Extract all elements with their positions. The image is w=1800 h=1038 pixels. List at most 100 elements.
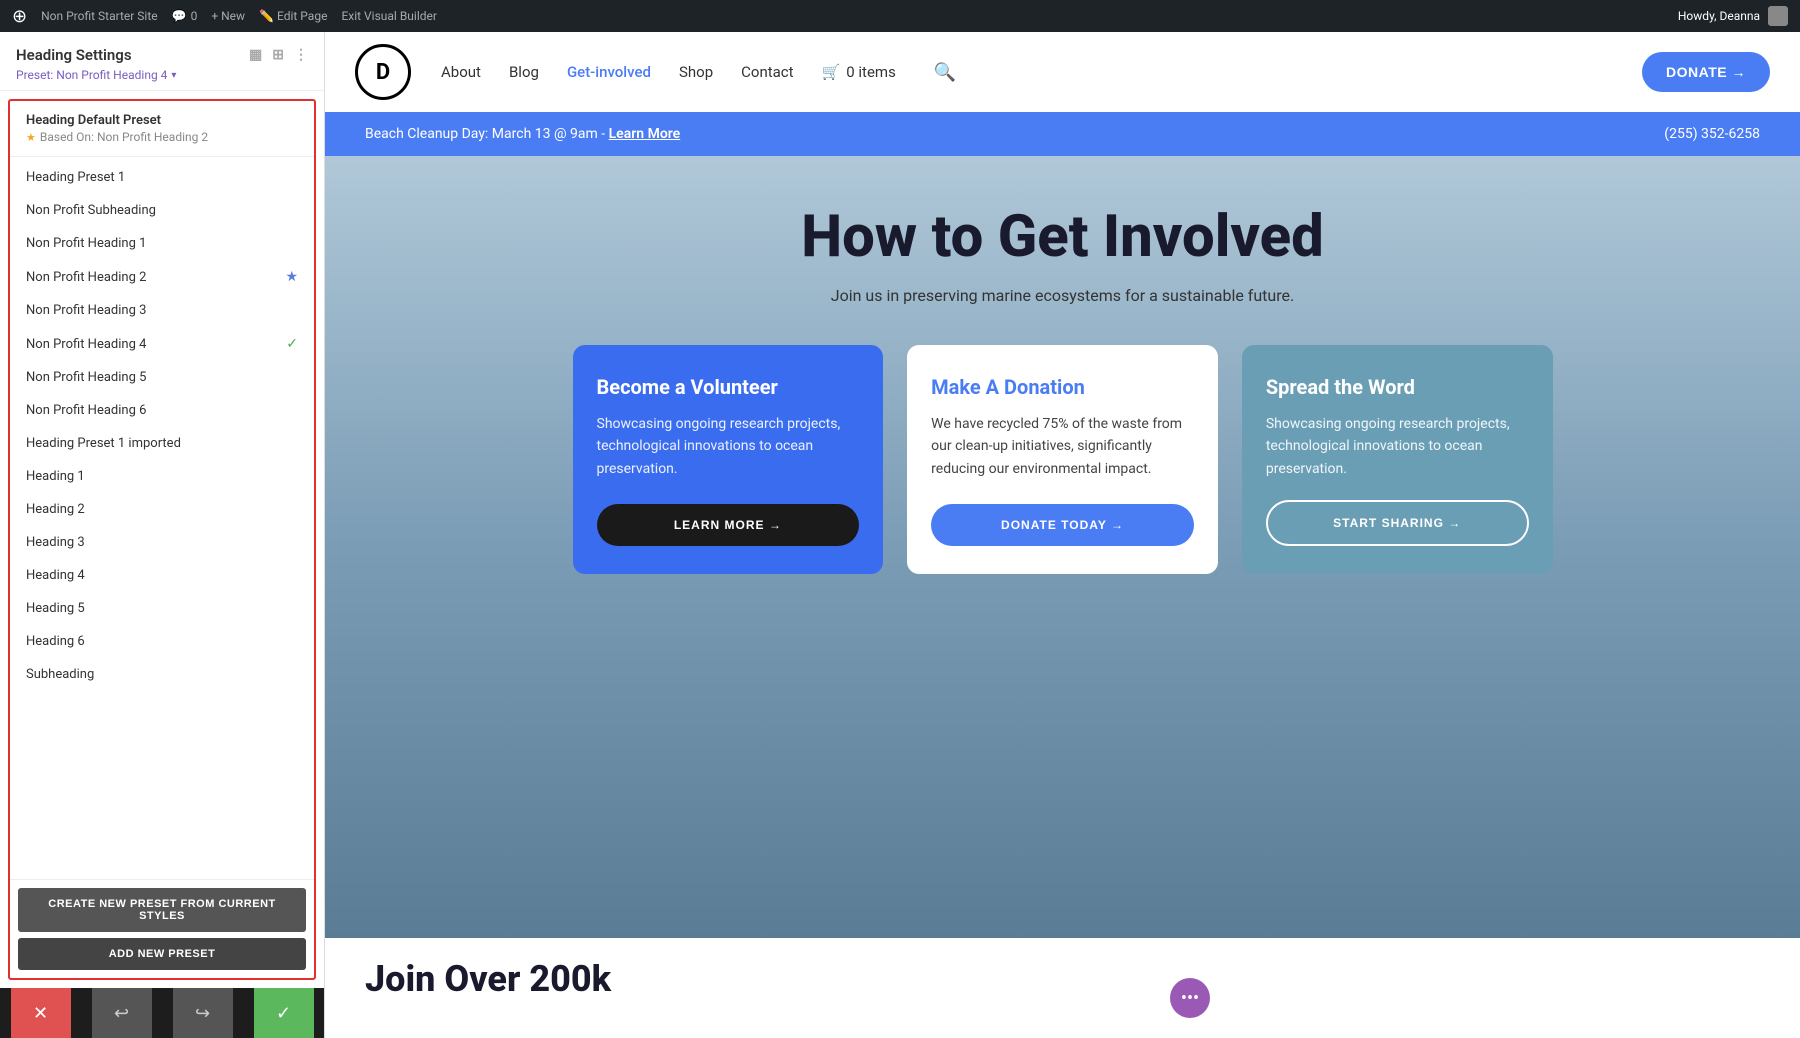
default-preset-based: ★ Based On: Non Profit Heading 2 <box>26 130 298 144</box>
preset-item[interactable]: Subheading <box>10 658 314 691</box>
volunteer-card: Become a Volunteer Showcasing ongoing re… <box>573 345 884 574</box>
join-heading: Join Over 200k <box>365 958 611 1000</box>
more-dots-icon: ••• <box>1181 988 1199 1009</box>
preset-item-name: Heading 2 <box>26 502 85 517</box>
new-link[interactable]: + New <box>211 9 245 23</box>
nav-get-involved[interactable]: Get-involved <box>567 63 651 81</box>
cards-row: Become a Volunteer Showcasing ongoing re… <box>573 345 1553 574</box>
volunteer-card-heading: Become a Volunteer <box>597 375 860 399</box>
learn-more-link[interactable]: Learn More <box>609 126 681 142</box>
preset-item[interactable]: Non Profit Heading 4 ✓ <box>10 327 314 361</box>
undo-icon: ↩ <box>114 1003 129 1024</box>
preset-item[interactable]: Heading Preset 1 imported <box>10 427 314 460</box>
preset-actions: CREATE NEW PRESET FROM CURRENT STYLES AD… <box>10 879 314 978</box>
donation-card-heading: Make A Donation <box>931 375 1194 399</box>
wordpress-icon[interactable]: ⊕ <box>12 6 27 27</box>
info-bar: Beach Cleanup Day: March 13 @ 9am - Lear… <box>325 112 1800 156</box>
preset-item-name: Subheading <box>26 667 94 682</box>
preset-item-name: Non Profit Heading 6 <box>26 403 146 418</box>
star-badge-icon: ★ <box>285 269 298 285</box>
howdy-text: Howdy, Deanna <box>1678 9 1760 23</box>
bottom-toolbar: ✕ ↩ ↪ ✓ <box>0 988 324 1038</box>
sidebar: Heading Settings ▦ ⊞ ⋮ Preset: Non Profi… <box>0 32 325 1038</box>
nav-about[interactable]: About <box>441 63 481 81</box>
bottom-section: Join Over 200k ••• <box>325 938 1800 1038</box>
donate-button[interactable]: DONATE → <box>1642 52 1770 92</box>
sharing-card-text: Showcasing ongoing research projects, te… <box>1266 413 1529 480</box>
preset-item[interactable]: Non Profit Heading 2 ★ <box>10 260 314 294</box>
expand-icon[interactable]: ⊞ <box>272 47 284 63</box>
nav-blog[interactable]: Blog <box>509 63 539 81</box>
search-icon[interactable]: 🔍 <box>934 62 956 83</box>
preset-item-name: Heading 3 <box>26 535 85 550</box>
checkmark-icon: ✓ <box>286 336 298 352</box>
nav-contact[interactable]: Contact <box>741 63 793 81</box>
preset-item[interactable]: Heading 6 <box>10 625 314 658</box>
redo-button[interactable]: ↪ <box>173 988 233 1038</box>
pencil-icon: ✏️ <box>259 9 274 23</box>
preset-item-name: Heading 1 <box>26 469 85 484</box>
preset-item[interactable]: Non Profit Heading 3 <box>10 294 314 327</box>
site-name: Non Profit Starter Site <box>41 9 158 23</box>
comment-count[interactable]: 💬 0 <box>172 9 198 23</box>
info-bar-text: Beach Cleanup Day: March 13 @ 9am - Lear… <box>365 126 680 142</box>
cart-count: 0 items <box>846 63 896 81</box>
preset-item-name: Non Profit Heading 3 <box>26 303 146 318</box>
save-button[interactable]: ✓ <box>254 988 314 1038</box>
preset-item-name: Non Profit Heading 2 <box>26 270 146 285</box>
preset-item[interactable]: Non Profit Heading 1 <box>10 227 314 260</box>
create-preset-button[interactable]: CREATE NEW PRESET FROM CURRENT STYLES <box>18 888 306 932</box>
preset-item-name: Non Profit Heading 4 <box>26 337 146 352</box>
preset-item[interactable]: Non Profit Heading 6 <box>10 394 314 427</box>
edit-page-link[interactable]: ✏️ Edit Page <box>259 9 327 23</box>
close-button[interactable]: ✕ <box>11 988 71 1038</box>
donation-card-text: We have recycled 75% of the waste from o… <box>931 413 1194 484</box>
preset-item[interactable]: Heading Preset 1 <box>10 161 314 194</box>
volunteer-card-text: Showcasing ongoing research projects, te… <box>597 413 860 484</box>
grid-icon[interactable]: ▦ <box>249 47 262 63</box>
undo-button[interactable]: ↩ <box>92 988 152 1038</box>
preset-item-name: Non Profit Heading 5 <box>26 370 146 385</box>
donation-card: Make A Donation We have recycled 75% of … <box>907 345 1218 574</box>
preset-item-name: Heading 6 <box>26 634 85 649</box>
more-icon[interactable]: ⋮ <box>294 47 308 63</box>
learn-more-button[interactable]: LEARN MORE → <box>597 504 860 546</box>
cart-icon: 🛒 <box>822 63 841 81</box>
sharing-card-heading: Spread the Word <box>1266 375 1529 399</box>
preset-item[interactable]: Non Profit Heading 5 <box>10 361 314 394</box>
more-options-button[interactable]: ••• <box>1170 978 1210 1018</box>
preset-item-name: Non Profit Heading 1 <box>26 236 146 251</box>
start-sharing-button[interactable]: START SHARING → <box>1266 500 1529 546</box>
preset-item[interactable]: Heading 5 <box>10 592 314 625</box>
preset-item[interactable]: Heading 3 <box>10 526 314 559</box>
add-preset-button[interactable]: ADD NEW PRESET <box>18 938 306 970</box>
exit-vb-link[interactable]: Exit Visual Builder <box>341 9 437 23</box>
hero-section: How to Get Involved Join us in preservin… <box>325 156 1800 938</box>
preset-item[interactable]: Heading 1 <box>10 460 314 493</box>
phone-number: (255) 352-6258 <box>1664 126 1760 142</box>
sharing-card: Spread the Word Showcasing ongoing resea… <box>1242 345 1553 574</box>
preset-label[interactable]: Preset: Non Profit Heading 4 ▾ <box>16 68 308 82</box>
preset-item[interactable]: Heading 2 <box>10 493 314 526</box>
preset-item-name: Heading Preset 1 <box>26 170 125 185</box>
site-nav-links: About Blog Get-involved Shop Contact 🛒 0… <box>441 62 1642 83</box>
hero-subtitle: Join us in preserving marine ecosystems … <box>831 286 1294 305</box>
check-icon: ✓ <box>276 1003 291 1024</box>
chevron-down-icon: ▾ <box>171 70 176 81</box>
default-preset-item[interactable]: Heading Default Preset ★ Based On: Non P… <box>10 101 314 157</box>
admin-bar: ⊕ Non Profit Starter Site 💬 0 + New ✏️ E… <box>0 0 1800 32</box>
default-preset-name: Heading Default Preset <box>26 113 298 128</box>
sidebar-title-text: Heading Settings <box>16 46 132 64</box>
preset-item-name: Non Profit Subheading <box>26 203 156 218</box>
site-nav: D About Blog Get-involved Shop Contact 🛒… <box>325 32 1800 112</box>
nav-shop[interactable]: Shop <box>679 63 713 81</box>
preset-item-name: Heading 4 <box>26 568 85 583</box>
preset-item[interactable]: Heading 4 <box>10 559 314 592</box>
preset-item[interactable]: Non Profit Subheading <box>10 194 314 227</box>
nav-cart[interactable]: 🛒 0 items <box>822 63 896 81</box>
preset-item-name: Heading 5 <box>26 601 85 616</box>
star-icon: ★ <box>26 131 36 144</box>
donate-today-button[interactable]: DONATE TODAY → <box>931 504 1194 546</box>
avatar <box>1768 6 1788 26</box>
content-area: D About Blog Get-involved Shop Contact 🛒… <box>325 32 1800 1038</box>
